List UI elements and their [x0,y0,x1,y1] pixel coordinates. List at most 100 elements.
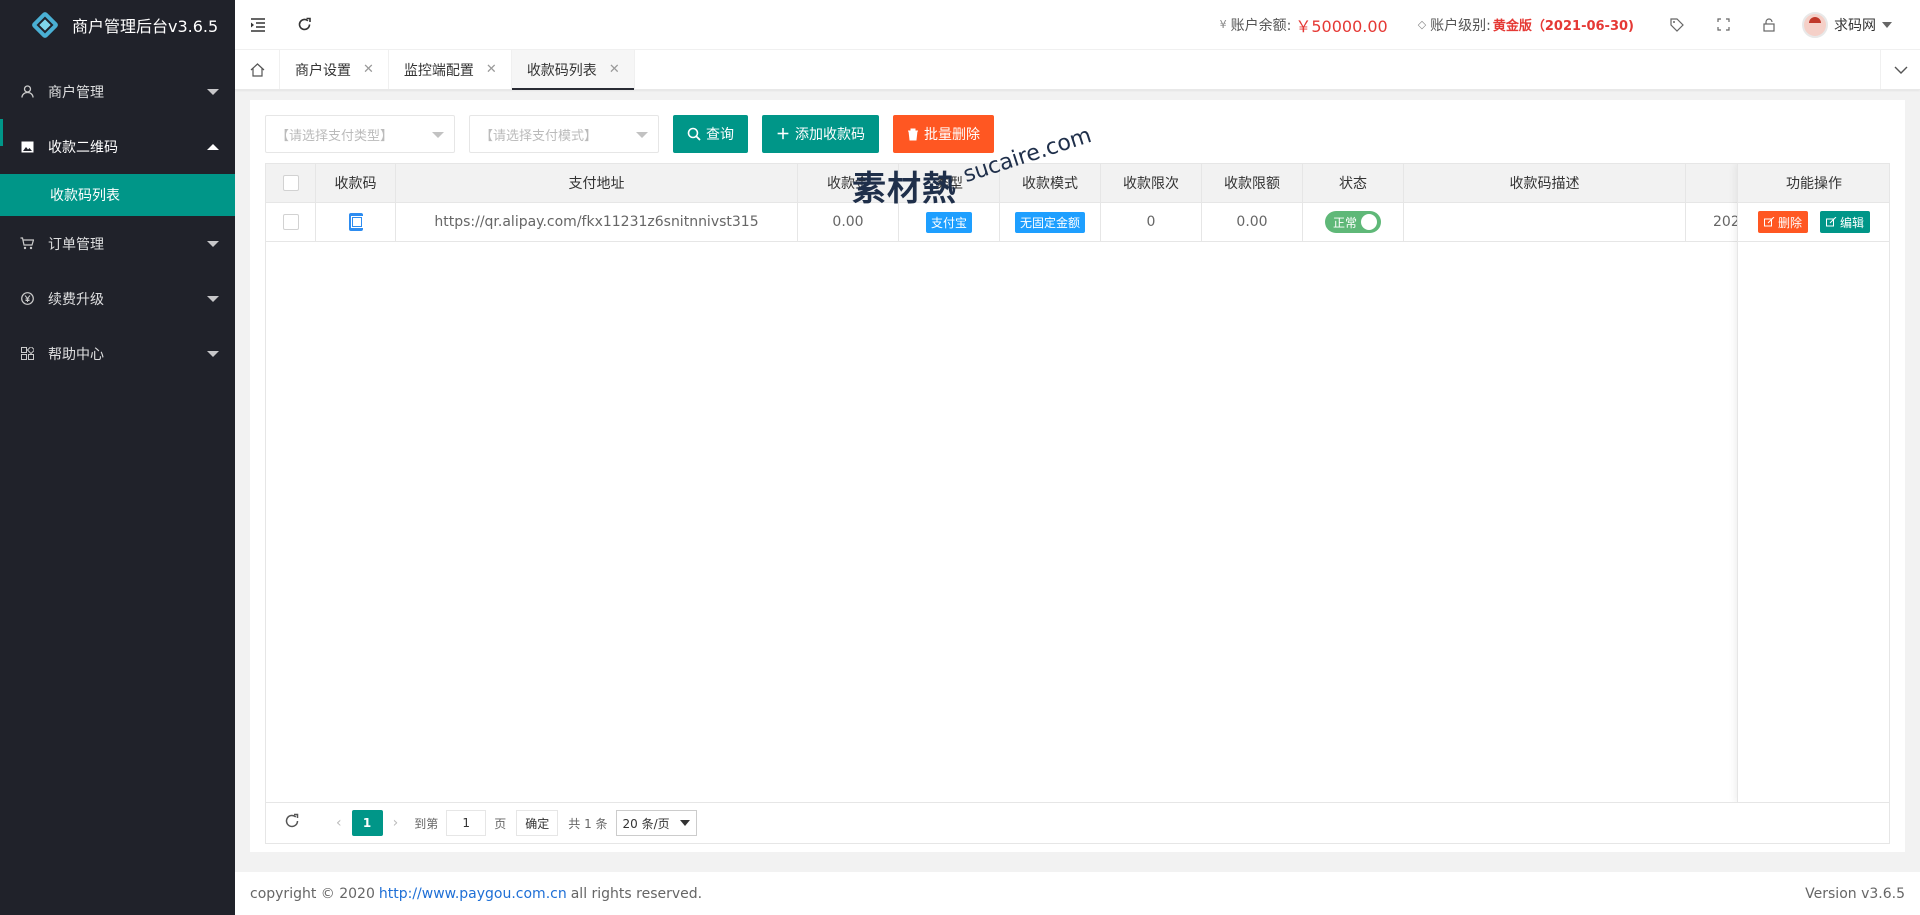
page-tabs: 商户设置 ✕ 监控端配置 ✕ 收款码列表 ✕ [235,50,1920,90]
chevron-down-icon [679,820,690,826]
user-menu[interactable]: 求码网 [1802,11,1892,38]
tab-label: 收款码列表 [526,62,597,79]
sidebar-subitem-qrcode-list[interactable]: 收款码列表 [0,174,235,216]
row-checkbox-cell [266,203,316,241]
diamond-icon: ◇ [1417,18,1427,31]
actions-cell: 删除 编辑 [1738,203,1889,241]
tab-home[interactable] [235,50,280,89]
button-label: 查询 [706,127,734,143]
plus-icon: ＋ [776,127,790,143]
desc-cell [1404,203,1686,241]
fullscreen-button[interactable] [1700,18,1746,31]
sidebar: 商户管理后台v3.6.5 商户管理 收款二维码 收款码列表 订单管理 续费升级 … [0,0,235,915]
query-button[interactable]: 查询 [673,115,748,153]
top-header: ¥ 账户余额: ￥50000.00 ◇ 账户级别: 黄金版（2021-06-30… [235,0,1920,50]
tab-label: 商户设置 [295,62,351,79]
sidebar-item-label: 帮助中心 [48,346,104,363]
total-count: 共 1 条 [568,816,608,831]
current-page[interactable]: 1 [351,810,383,836]
goto-page-input[interactable]: 1 [446,810,487,836]
add-qrcode-button[interactable]: ＋ 添加收款码 [762,115,879,153]
amount-cell: 0.00 [798,203,899,241]
tab-monitor-config[interactable]: 监控端配置 ✕ [389,50,512,89]
chevron-down-icon [432,132,444,138]
column-header: 类型 [899,164,1000,202]
chevron-down-icon [1894,66,1907,74]
row-checkbox[interactable] [282,214,299,230]
tag-icon [1670,17,1684,32]
lock-button[interactable] [1746,17,1792,32]
app-title: 商户管理后台v3.6.5 [72,17,219,36]
column-header: 收款码 [316,164,396,202]
lock-icon [1763,17,1775,32]
qrcode-icon[interactable] [348,213,363,231]
fixed-actions-column: 功能操作 删除 编辑 [1737,164,1889,802]
edit-icon [1763,217,1775,227]
select-placeholder: 【请选择支付类型】 [276,128,394,144]
toolbar: 【请选择支付类型】 【请选择支付模式】 查询 ＋ 添加收款码 批量删除 [265,115,1008,153]
sidebar-item-label: 商户管理 [48,84,104,101]
qrcode-table: 收款码 支付地址 收款金 类型 收款模式 收款限次 收款限额 状态 收款码描述 … [265,163,1890,803]
goto-label: 到第 [414,816,439,831]
logo[interactable]: 商户管理后台v3.6.5 [0,0,235,50]
next-page-icon[interactable]: › [393,815,399,831]
refresh-icon[interactable] [284,813,300,833]
close-icon[interactable]: ✕ [609,62,620,77]
column-header: 功能操作 [1786,176,1842,192]
tabs-menu-button[interactable] [1880,50,1920,89]
type-cell: 支付宝 [899,203,1000,241]
chevron-down-icon [1882,21,1892,28]
refresh-icon [298,17,311,31]
sidebar-item-merchant[interactable]: 商户管理 [0,64,235,119]
sidebar-item-renew[interactable]: 续费升级 [0,271,235,326]
page-size-select[interactable]: 20 条/页 [615,810,697,836]
logo-icon [30,10,60,40]
menu-toggle-button[interactable] [235,0,281,50]
username: 求码网 [1834,17,1876,34]
tab-qrcode-list[interactable]: 收款码列表 ✕ [511,50,635,90]
sidebar-item-label: 收款二维码 [48,139,118,156]
content-card: 【请选择支付类型】 【请选择支付模式】 查询 ＋ 添加收款码 批量删除 收款码 … [250,100,1905,852]
table-row[interactable]: https://qr.alipay.com/fkx11231z6snitnniv… [266,203,1889,242]
header-right: ¥ 账户余额: ￥50000.00 ◇ 账户级别: 黄金版（2021-06-30… [1220,0,1920,50]
delete-button[interactable]: 删除 [1757,211,1808,233]
column-header: 支付地址 [396,164,798,202]
header-checkbox-cell [266,164,316,202]
sidebar-item-qrcode[interactable]: 收款二维码 [0,119,235,174]
chevron-down-icon [207,296,219,302]
edit-button[interactable]: 编辑 [1820,211,1871,233]
pay-mode-select[interactable]: 【请选择支付模式】 [469,115,659,153]
tag-button[interactable] [1654,17,1700,32]
page-size-value: 20 条/页 [622,816,670,831]
tab-label: 监控端配置 [403,62,474,79]
footer-link[interactable]: http://www.paygou.com.cn [379,886,567,902]
tab-merchant-settings[interactable]: 商户设置 ✕ [280,50,389,89]
close-icon[interactable]: ✕ [363,62,374,77]
status-switch[interactable]: 正常 [1325,211,1381,233]
coin-icon: ¥ [1219,18,1227,31]
sidebar-item-orders[interactable]: 订单管理 [0,216,235,271]
select-all-checkbox[interactable] [282,175,299,191]
pay-type-select[interactable]: 【请选择支付类型】 [265,115,455,153]
balance-label: 账户余额: [1230,17,1292,34]
refresh-button[interactable] [281,0,327,50]
sidebar-item-label: 续费升级 [48,291,104,308]
column-header: 收款限额 [1202,164,1303,202]
actions-row: 删除 编辑 [1738,203,1889,242]
pay-url-cell: https://qr.alipay.com/fkx11231z6snitnniv… [396,203,798,241]
limit-count-cell: 0 [1101,203,1202,241]
button-label: 删除 [1777,215,1802,230]
batch-delete-button[interactable]: 批量删除 [893,115,994,153]
balance-value: ￥50000.00 [1295,16,1388,36]
actions-header: 功能操作 [1738,164,1889,203]
fullscreen-icon [1716,18,1730,31]
sidebar-item-help[interactable]: 帮助中心 [0,326,235,381]
version-text: Version v3.6.5 [1805,885,1905,902]
close-icon[interactable]: ✕ [486,62,497,77]
balance-info: ¥ 账户余额: ￥50000.00 [1220,13,1388,37]
prev-page-icon[interactable]: ‹ [336,815,342,831]
limit-amount-cell: 0.00 [1202,203,1303,241]
goto-confirm-button[interactable]: 确定 [516,810,559,836]
chevron-up-icon [207,144,219,150]
level-value: 黄金版（2021-06-30) [1492,19,1634,34]
